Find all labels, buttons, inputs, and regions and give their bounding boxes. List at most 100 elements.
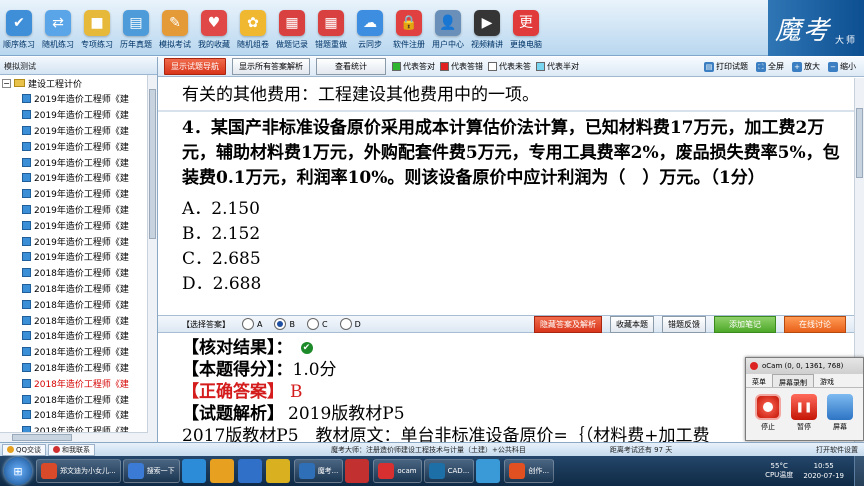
scroll-thumb[interactable] — [12, 434, 72, 441]
favorite-button[interactable]: 收藏本题 — [610, 315, 654, 333]
checklist-icon: ✔ — [6, 10, 32, 36]
exam-tree-item[interactable]: 2018年造价工程师《建 — [0, 265, 157, 281]
left-vertical-scrollbar[interactable] — [147, 75, 157, 442]
taskbar-app-icon[interactable] — [181, 459, 206, 483]
ocam-titlebar[interactable]: oCam (0, 0, 1361, 768) — [746, 358, 863, 374]
clock[interactable]: 10:55 2020-07-19 — [803, 461, 844, 481]
exam-paper-icon — [22, 362, 31, 372]
main-toolbar: ✔ 顺序练习 ⇄ 随机练习 ■ 专项练习 ▤ 历年真题 ✎ 模拟考试 ♥ 我的收藏 ✿ 随机组卷 ▦ 做题记录… — [0, 0, 864, 56]
print-button[interactable]: ▤ 打印试题 — [704, 61, 748, 72]
legend-swatch — [392, 62, 401, 71]
toolbar-button[interactable]: ▶ 视频精讲 — [468, 0, 506, 56]
status-center-text: 魔考大师：注册造价师建设工程技术与计量（土建）+公共科目 — [331, 445, 526, 454]
exam-tree-item[interactable]: 2019年造价工程师《建 — [0, 217, 157, 233]
taskbar-app[interactable]: 魔考... — [293, 459, 344, 483]
exam-tree-item[interactable]: 2019年造价工程师《建 — [0, 91, 157, 107]
ocam-menu-item[interactable]: 屏幕录制 — [772, 374, 814, 387]
toolbar-button[interactable]: ♥ 我的收藏 — [195, 0, 233, 56]
exam-tree-item[interactable]: 2018年造价工程师《建 — [0, 391, 157, 407]
exam-tree-item[interactable]: 2019年造价工程师《建 — [0, 170, 157, 186]
analysis-row: 【试题解析】 2019版教材P5 — [182, 403, 842, 425]
zoom-out-button[interactable]: − 缩小 — [828, 61, 856, 72]
taskbar-app[interactable]: 搜索一下 — [122, 459, 180, 483]
pause-record-button[interactable]: 暂停 — [786, 394, 822, 432]
stop-record-button[interactable]: 停止 — [750, 394, 786, 432]
taskbar-app[interactable]: CAD... — [423, 459, 475, 483]
exam-paper-icon — [22, 173, 31, 183]
exam-tree-item[interactable]: 2019年造价工程师《建 — [0, 123, 157, 139]
toolbar-button-label: 顺序练习 — [3, 40, 35, 49]
start-button[interactable]: ⊞ — [4, 457, 32, 485]
open-settings-link[interactable]: 打开软件设置 — [816, 445, 858, 455]
fullscreen-button[interactable]: ⛶ 全屏 — [756, 61, 784, 72]
folder-icon: ■ — [84, 10, 110, 36]
answer-choice-a[interactable]: A — [230, 318, 262, 330]
radio-button[interactable] — [306, 318, 319, 330]
toolbar-button[interactable]: ✎ 模拟考试 — [156, 0, 194, 56]
taskbar-app[interactable]: ocam — [373, 459, 422, 483]
toolbar-button[interactable]: ✔ 顺序练习 — [0, 0, 38, 56]
exam-tree-item[interactable]: 2018年造价工程师《建 — [0, 281, 157, 297]
exam-tree-item[interactable]: 2019年造价工程师《建 — [0, 138, 157, 154]
scroll-thumb[interactable] — [149, 89, 156, 239]
exam-tree-item[interactable]: 2018年造价工程师《建 — [0, 360, 157, 376]
zoom-in-icon: + — [792, 61, 802, 72]
toolbar-button[interactable]: ▦ 做题记录 — [273, 0, 311, 56]
exam-tree-item[interactable]: 2018年造价工程师《建 — [0, 296, 157, 312]
toolbar-button[interactable]: 🔒 软件注册 — [390, 0, 428, 56]
show-guide-button[interactable]: 显示试题导航 — [164, 58, 226, 75]
zoom-in-button[interactable]: + 放大 — [792, 61, 820, 72]
exam-tree-item[interactable]: 2019年造价工程师《建 — [0, 154, 157, 170]
view-stats-button[interactable]: 查看统计 — [316, 58, 386, 75]
exam-tree-item[interactable]: 2018年造价工程师《建 — [0, 407, 157, 423]
discuss-button[interactable]: 在线讨论 — [784, 315, 846, 333]
exam-tree-item[interactable]: 2019年造价工程师《建 — [0, 186, 157, 202]
exam-tree-item[interactable]: 2019年造价工程师《建 — [0, 249, 157, 265]
taskbar-app-icon[interactable] — [265, 459, 290, 483]
radio-button[interactable] — [242, 318, 254, 330]
hide-answer-button[interactable]: 隐藏答案及解析 — [534, 315, 602, 333]
show-all-answers-button[interactable]: 显示所有答案解析 — [232, 58, 310, 75]
left-horizontal-scrollbar[interactable] — [0, 432, 148, 442]
feedback-button[interactable]: 错题反馈 — [662, 315, 706, 333]
exam-tree-item[interactable]: 2019年造价工程师《建 — [0, 233, 157, 249]
qq-chat-button[interactable]: QQ交谈 — [2, 443, 47, 456]
toolbar-button[interactable]: ⇄ 随机练习 — [39, 0, 77, 56]
tree-root[interactable]: − 建设工程计价 — [0, 75, 157, 91]
taskbar-app-icon[interactable] — [345, 459, 370, 483]
toolbar-button[interactable]: ▤ 历年真题 — [117, 0, 155, 56]
exam-tree-item[interactable]: 2019年造价工程师《建 — [0, 202, 157, 218]
radio-button[interactable] — [339, 318, 352, 330]
contact-button[interactable]: 和我联系 — [48, 443, 96, 456]
toolbar-button[interactable]: 👤 用户中心 — [429, 0, 467, 56]
exam-tree-item[interactable]: 2019年造价工程师《建 — [0, 107, 157, 123]
taskbar-app[interactable]: 创作... — [504, 459, 555, 483]
taskbar-app-icon[interactable] — [237, 459, 262, 483]
toolbar-button[interactable]: 更更换电脑 — [507, 0, 545, 56]
exam-tree-item[interactable]: 2018年造价工程师《建 — [0, 312, 157, 328]
exam-paper-icon — [22, 189, 31, 199]
exam-tree-item-label: 2019年造价工程师《建 — [34, 221, 129, 232]
toolbar-button[interactable]: ☁ 云同步 — [351, 0, 389, 56]
toolbar-button[interactable]: ▦ 错题重做 — [312, 0, 350, 56]
taskbar-app[interactable]: 郑文迪为小女儿... — [36, 459, 121, 483]
exam-tree-item[interactable]: 2018年造价工程师《建 — [0, 375, 157, 391]
answer-choice-b[interactable]: B — [262, 318, 295, 330]
ocam-menu-item[interactable]: 菜单 — [746, 374, 772, 387]
screen-button[interactable]: 屏幕 — [822, 394, 858, 432]
scroll-thumb[interactable] — [856, 108, 863, 178]
toolbar-button[interactable]: ■ 专项练习 — [78, 0, 116, 56]
taskbar-app-icon[interactable] — [476, 459, 501, 483]
answer-choice-c[interactable]: C — [295, 318, 328, 330]
ocam-menu-item[interactable]: 游戏 — [814, 374, 840, 387]
show-desktop-button[interactable] — [854, 456, 864, 486]
add-note-button[interactable]: 添加笔记 — [714, 315, 776, 333]
taskbar-app-icon[interactable] — [209, 459, 234, 483]
toolbar-button-label: 视频精讲 — [471, 40, 503, 49]
toolbar-button[interactable]: ✿ 随机组卷 — [234, 0, 272, 56]
radio-button[interactable] — [274, 318, 287, 330]
exam-tree-item[interactable]: 2018年造价工程师《建 — [0, 328, 157, 344]
collapse-icon[interactable]: − — [2, 78, 11, 88]
answer-choice-d[interactable]: D — [328, 318, 361, 330]
exam-tree-item[interactable]: 2018年造价工程师《建 — [0, 344, 157, 360]
